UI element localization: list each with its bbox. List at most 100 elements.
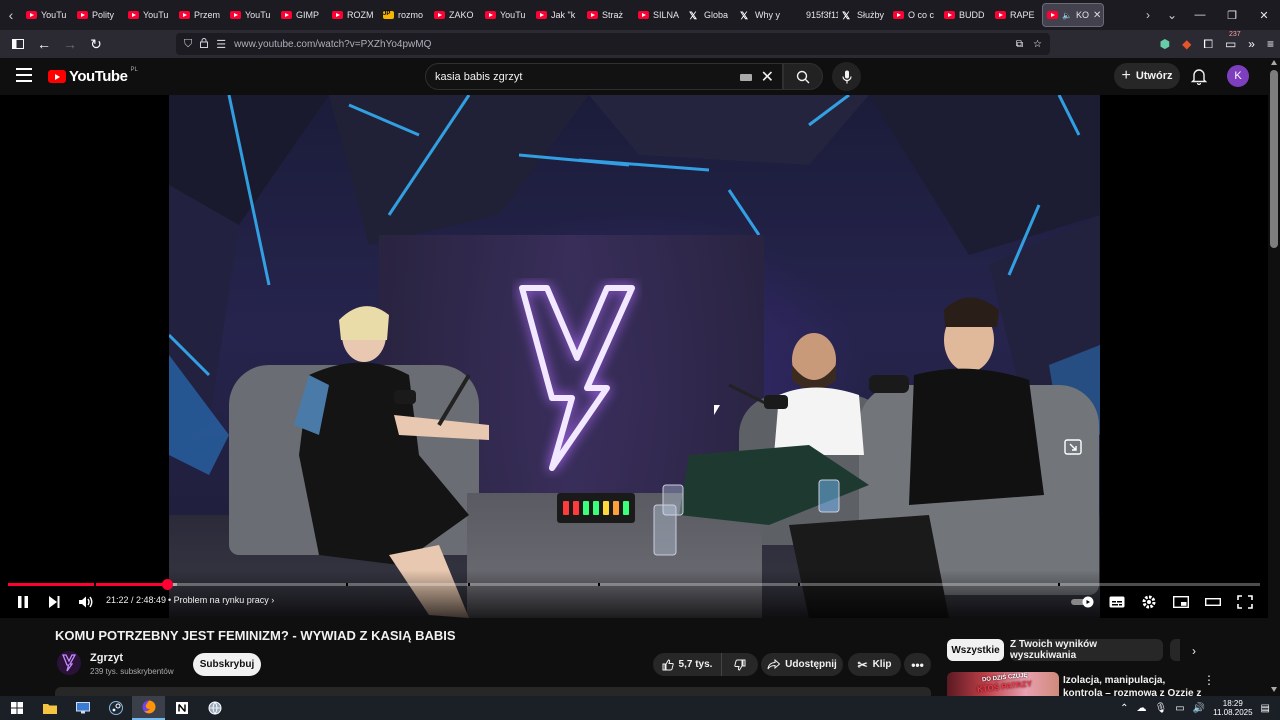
browser-tab[interactable]: 𝕏 Służby: [838, 3, 889, 27]
chip-next[interactable]: [1170, 639, 1180, 661]
shield-icon[interactable]: ⛉: [184, 38, 192, 51]
overflow-chevron-icon[interactable]: »: [1248, 37, 1255, 51]
browser-tab[interactable]: Polity: [73, 3, 124, 27]
tab-list-menu-button[interactable]: ⌄: [1160, 8, 1184, 22]
url-bar[interactable]: ⛉ ☰ www.youtube.com/watch?v=PXZhYo4pwMQ …: [176, 33, 1050, 55]
extension-fox-icon[interactable]: ◆: [1182, 37, 1191, 51]
create-button[interactable]: + Utwórz: [1114, 63, 1180, 89]
extension-shield-icon[interactable]: ⬢: [1160, 37, 1170, 51]
share-button[interactable]: Udostępnij: [761, 653, 843, 676]
scroll-down-icon[interactable]: [1271, 687, 1277, 692]
browser-tab[interactable]: YouTu: [22, 3, 73, 27]
minimize-button[interactable]: —: [1184, 0, 1216, 30]
browser-tab[interactable]: 915f3f112: [787, 3, 838, 27]
browser-tab[interactable]: JP rozmo: [379, 3, 430, 27]
file-explorer-button[interactable]: [33, 696, 66, 720]
browser-tab[interactable]: YouTu: [124, 3, 175, 27]
steam-button[interactable]: [99, 696, 132, 720]
browser-tab[interactable]: ZAKO: [430, 3, 481, 27]
sidebar-toggle-button[interactable]: [6, 32, 30, 56]
remote-desktop-button[interactable]: [66, 696, 99, 720]
browser-tab[interactable]: BUDD: [940, 3, 991, 27]
expand-overlay-button[interactable]: [1064, 438, 1086, 460]
active-tab[interactable]: 🔈 KO ✕: [1042, 3, 1104, 27]
chapter-title-button[interactable]: • Problem na rynku pracy ›: [168, 595, 274, 605]
notifications-bell-icon[interactable]: [1190, 67, 1210, 87]
more-actions-button[interactable]: •••: [904, 653, 931, 676]
subtitles-button[interactable]: [1109, 593, 1125, 611]
keyboard-icon[interactable]: [740, 74, 752, 81]
fullscreen-button[interactable]: [1237, 593, 1253, 611]
video-frame[interactable]: [169, 95, 1100, 618]
settings-button[interactable]: [1141, 593, 1157, 611]
browser-tab[interactable]: Straż: [583, 3, 634, 27]
browser-tab[interactable]: O co c: [889, 3, 940, 27]
browser-tab[interactable]: RAPE: [991, 3, 1042, 27]
notion-button[interactable]: [165, 696, 198, 720]
theater-mode-button[interactable]: [1205, 593, 1221, 611]
audio-playing-icon[interactable]: 🔈: [1062, 11, 1072, 20]
notifications-icon[interactable]: ▤: [1261, 703, 1270, 714]
progress-bar[interactable]: [8, 579, 1260, 590]
channel-avatar[interactable]: [57, 651, 81, 675]
browser-tab[interactable]: Przem: [175, 3, 226, 27]
channel-name[interactable]: Zgrzyt: [90, 652, 123, 664]
permissions-icon[interactable]: ☰: [216, 38, 226, 51]
browser-tab[interactable]: 𝕏 Globa: [685, 3, 736, 27]
bookmark-star-icon[interactable]: ☆: [1033, 39, 1042, 50]
app-button[interactable]: [198, 696, 231, 720]
scrollbar-thumb[interactable]: [1270, 70, 1278, 248]
browser-tab[interactable]: SILNA: [634, 3, 685, 27]
forward-button[interactable]: →: [58, 32, 82, 56]
close-window-button[interactable]: ✕: [1248, 0, 1280, 30]
extensions-puzzle-icon[interactable]: ⧠: [1203, 37, 1213, 52]
clip-button[interactable]: ✂ Klip: [848, 653, 901, 676]
recommendation-thumbnail[interactable]: DO DZIŚ CZUJĘ KTOŚ PATRZY: [947, 672, 1059, 696]
voice-search-button[interactable]: [832, 62, 861, 91]
microphone-tray-icon[interactable]: 🎙: [1154, 703, 1167, 714]
browser-tab[interactable]: YouTu: [226, 3, 277, 27]
next-button[interactable]: [47, 593, 61, 611]
description-box[interactable]: [55, 687, 931, 696]
chip-from-your-search[interactable]: Z Twoich wyników wyszukiwania: [1010, 639, 1163, 661]
close-tab-icon[interactable]: ✕: [1093, 10, 1101, 21]
more-vertical-icon[interactable]: ⋮: [1203, 673, 1215, 687]
search-button[interactable]: [783, 63, 823, 90]
browser-tab[interactable]: YouTu: [481, 3, 532, 27]
browser-tab[interactable]: Jak "k: [532, 3, 583, 27]
restore-button[interactable]: ❐: [1216, 0, 1248, 30]
back-button[interactable]: ←: [32, 32, 56, 56]
onedrive-icon[interactable]: ☁: [1136, 703, 1146, 714]
page-scrollbar[interactable]: [1268, 58, 1280, 696]
browser-tab[interactable]: ROZM: [328, 3, 379, 27]
like-button[interactable]: 5,7 tys.: [653, 653, 721, 676]
firefox-button[interactable]: [132, 696, 165, 720]
lock-icon[interactable]: [200, 37, 209, 51]
reload-button[interactable]: ↻: [84, 32, 108, 56]
autoplay-toggle[interactable]: [1071, 593, 1095, 611]
youtube-logo[interactable]: YouTube PL: [48, 67, 138, 85]
picture-in-picture-icon[interactable]: ⧉: [1016, 39, 1023, 50]
chip-all[interactable]: Wszystkie: [947, 639, 1004, 661]
volume-tray-icon[interactable]: 🔊: [1193, 703, 1205, 714]
volume-button[interactable]: [78, 593, 94, 611]
recommendation-title[interactable]: Izolacja, manipulacja, kontrola – rozmow…: [1063, 674, 1203, 696]
search-input[interactable]: kasia babis zgrzyt ✕: [425, 63, 783, 90]
scroll-up-icon[interactable]: [1271, 60, 1277, 65]
browser-tab[interactable]: GIMP: [277, 3, 328, 27]
browser-tab[interactable]: 𝕏 Why y: [736, 3, 787, 27]
scrubber-handle[interactable]: [162, 579, 173, 590]
taskbar-clock[interactable]: 18:29 11.08.2025: [1213, 699, 1252, 717]
tabs-scroll-right-button[interactable]: ›: [1136, 8, 1160, 22]
account-avatar[interactable]: K: [1227, 65, 1249, 87]
subscribe-button[interactable]: Subskrybuj: [193, 653, 261, 676]
tabs-scroll-left-button[interactable]: ‹: [0, 0, 22, 30]
dislike-button[interactable]: [721, 653, 758, 676]
network-icon[interactable]: ▭: [1175, 703, 1184, 714]
extension-badge-icon[interactable]: ▭ 237: [1225, 31, 1241, 51]
start-button[interactable]: [0, 696, 33, 720]
tray-overflow-icon[interactable]: ⌃: [1120, 703, 1128, 714]
pause-button[interactable]: [16, 593, 30, 611]
video-player[interactable]: 21:22 / 2:48:49 • Problem na rynku pracy…: [0, 95, 1268, 618]
clear-search-icon[interactable]: ✕: [761, 67, 774, 87]
